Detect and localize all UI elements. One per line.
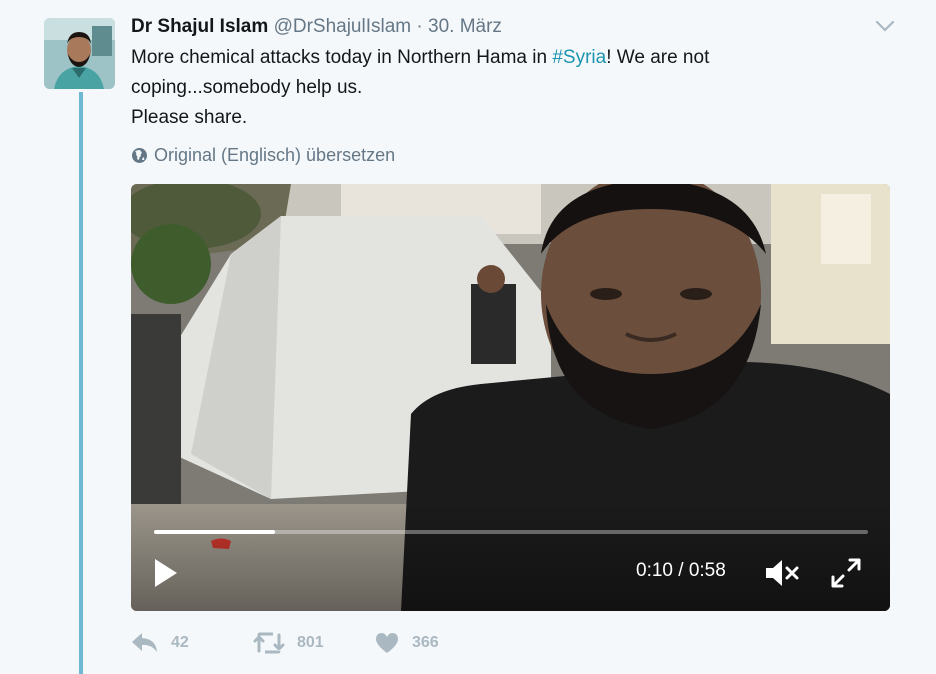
hashtag-link[interactable]: #Syria bbox=[552, 47, 606, 68]
like-count: 366 bbox=[412, 634, 439, 651]
reply-button[interactable]: 42 bbox=[131, 631, 253, 655]
author-name[interactable]: Dr Shajul Islam bbox=[131, 16, 268, 37]
mute-icon[interactable] bbox=[764, 557, 800, 589]
video-time-display: 0:10 / 0:58 bbox=[636, 560, 726, 581]
reply-icon bbox=[132, 633, 157, 652]
avatar[interactable] bbox=[44, 18, 115, 89]
tweet-actions: 42 801 366 bbox=[131, 628, 439, 658]
retweet-icon bbox=[253, 632, 285, 654]
translate-link[interactable]: Original (Englisch) übersetzen bbox=[131, 145, 395, 166]
tweet-text: More chemical attacks today in Northern … bbox=[131, 43, 831, 133]
tweet-text-line3: Please share. bbox=[131, 107, 248, 128]
heart-icon bbox=[376, 633, 398, 653]
reply-count: 42 bbox=[171, 634, 189, 651]
avatar-image bbox=[44, 18, 115, 89]
header-separator: · bbox=[416, 16, 423, 37]
retweet-count: 801 bbox=[297, 634, 324, 651]
fullscreen-icon[interactable] bbox=[829, 556, 863, 590]
globe-icon bbox=[132, 148, 147, 163]
tweet-date[interactable]: 30. März bbox=[428, 16, 502, 37]
like-button[interactable]: 366 bbox=[374, 631, 439, 655]
tweet-text-part1: More chemical attacks today in Northern … bbox=[131, 47, 553, 68]
video-player[interactable]: 0:10 / 0:58 bbox=[131, 184, 890, 611]
tweet-header: Dr Shajul Islam @DrShajulIslam · 30. Mär… bbox=[131, 14, 502, 40]
video-controls-shade bbox=[131, 501, 890, 611]
video-progress-bar[interactable] bbox=[154, 530, 868, 534]
author-handle[interactable]: @DrShajulIslam bbox=[274, 16, 412, 37]
translate-label[interactable]: Original (Englisch) übersetzen bbox=[154, 145, 395, 166]
chevron-down-icon[interactable] bbox=[874, 16, 896, 36]
thread-line bbox=[79, 92, 83, 674]
video-progress-fill bbox=[154, 530, 276, 534]
play-icon[interactable] bbox=[151, 556, 181, 590]
retweet-button[interactable]: 801 bbox=[253, 631, 374, 655]
